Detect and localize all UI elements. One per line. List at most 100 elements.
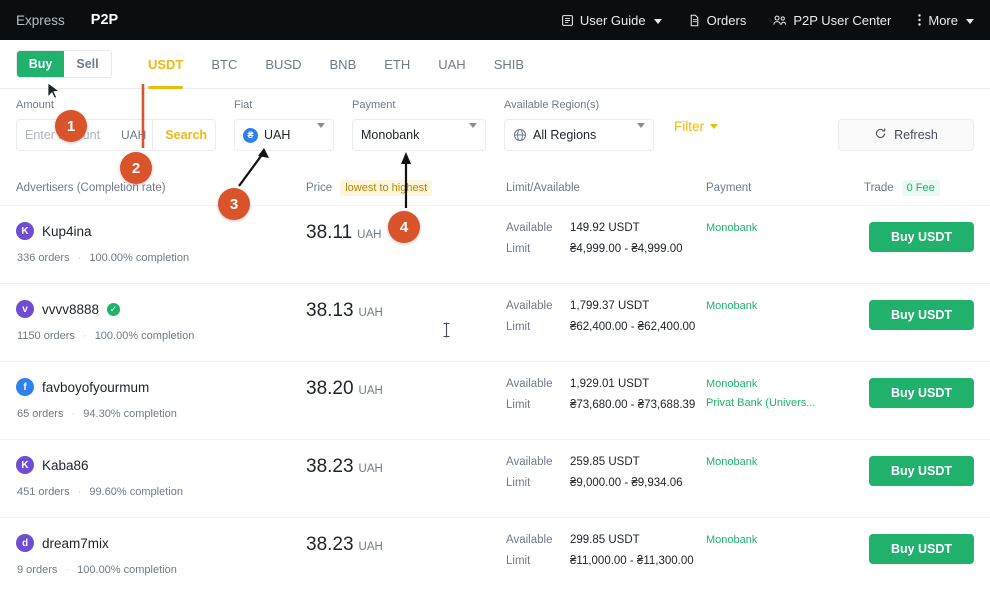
chevron-down-icon — [637, 123, 645, 142]
search-button[interactable]: Search — [152, 120, 215, 150]
coin-tab-shib[interactable]: SHIB — [480, 40, 538, 89]
advertiser-name[interactable]: favboyofyourmum — [42, 380, 149, 395]
advertiser-header: f favboyofyourmum — [16, 378, 306, 396]
trade-cell: Buy USDT — [864, 456, 974, 486]
price-value: 38.23 — [306, 456, 354, 477]
buy-usdt-button[interactable]: Buy USDT — [869, 300, 974, 330]
price-sort-badge[interactable]: lowest to highest — [340, 180, 433, 196]
available-line: Available 299.85 USDT — [506, 534, 706, 546]
buy-usdt-button[interactable]: Buy USDT — [869, 456, 974, 486]
header-price-group: Price lowest to highest — [306, 180, 506, 196]
limit-cell: Available 1,799.37 USDT Limit ₴62,400.00… — [506, 300, 706, 342]
limit-value: ₴62,400.00 - ₴62,400.00 — [570, 321, 696, 333]
price-value: 38.23 — [306, 534, 354, 555]
coin-tab-busd[interactable]: BUSD — [251, 40, 315, 89]
trade-cell: Buy USDT — [864, 300, 974, 330]
nav-link-p2p-user-center[interactable]: P2P User Center — [772, 13, 891, 28]
advertiser-name[interactable]: Kaba86 — [42, 458, 89, 473]
annotation-badge-4: 4 — [388, 211, 420, 243]
order-count: 65 orders — [17, 408, 64, 420]
buy-usdt-button[interactable]: Buy USDT — [869, 222, 974, 252]
avatar: K — [16, 222, 34, 240]
payment-select[interactable]: Monobank — [352, 119, 486, 151]
advertiser-name[interactable]: dream7mix — [42, 536, 109, 551]
advertiser-header: K Kup4ina — [16, 222, 306, 240]
available-label: Available — [506, 222, 553, 234]
payment-method-tag: Monobank — [706, 300, 758, 312]
available-label: Available — [506, 300, 553, 312]
price-cell: 38.13 UAH — [306, 300, 506, 322]
limit-label: Limit — [506, 555, 531, 567]
completion-rate: 94.30% completion — [83, 408, 177, 420]
buy-tab[interactable]: Buy — [17, 51, 64, 77]
payment-label: Payment — [352, 99, 396, 111]
order-count: 1150 orders — [17, 330, 75, 342]
payment-method-tag: Monobank — [706, 222, 758, 234]
nav-link-orders[interactable]: Orders — [688, 12, 747, 28]
trade-cell: Buy USDT — [864, 378, 974, 408]
nav-label-orders: Orders — [706, 12, 747, 28]
advertiser-cell: K Kaba86 451 orders · 99.60% completion — [16, 456, 306, 498]
available-value: 149.92 USDT — [570, 222, 640, 234]
nav-link-p2p[interactable]: P2P — [91, 12, 118, 28]
limit-line: Limit ₴11,000.00 - ₴11,300.00 — [506, 555, 706, 567]
sell-tab[interactable]: Sell — [64, 51, 111, 77]
amount-currency-label: UAH — [121, 128, 147, 142]
coin-tab-btc[interactable]: BTC — [197, 40, 251, 89]
limit-line: Limit ₴9,000.00 - ₴9,934.06 — [506, 477, 706, 489]
payment-cell: Monobank — [706, 300, 864, 312]
coin-tab-usdt[interactable]: USDT — [134, 40, 197, 89]
nav-link-more[interactable]: More — [917, 13, 974, 28]
refresh-button[interactable]: Refresh — [838, 119, 974, 151]
order-count: 336 orders — [17, 252, 70, 264]
coin-tab-eth[interactable]: ETH — [370, 40, 424, 89]
table-row: v vvvv8888 ✓ 1150 orders · 100.00% compl… — [0, 283, 990, 361]
coin-tab-bnb[interactable]: BNB — [316, 40, 371, 89]
available-line: Available 1,929.01 USDT — [506, 378, 706, 390]
limit-label: Limit — [506, 243, 531, 255]
file-icon — [688, 14, 701, 27]
top-nav-right: User Guide Orders P2P User Center More — [561, 13, 974, 28]
available-line: Available 149.92 USDT — [506, 222, 706, 234]
available-label: Available — [506, 378, 553, 390]
advertiser-stats: 1150 orders · 100.00% completion — [17, 330, 306, 342]
payment-cell: Monobank — [706, 222, 864, 234]
coin-tab-uah[interactable]: UAH — [424, 40, 479, 89]
header-advertisers: Advertisers (Completion rate) — [16, 182, 166, 194]
advertiser-header: v vvvv8888 ✓ — [16, 300, 306, 318]
limit-cell: Available 1,929.01 USDT Limit ₴73,680.00… — [506, 378, 706, 420]
filter-label: Filter — [674, 119, 704, 134]
nav-link-user-guide[interactable]: User Guide — [561, 13, 662, 28]
advertiser-stats: 336 orders · 100.00% completion — [17, 252, 306, 264]
advertiser-header: d dream7mix — [16, 534, 306, 552]
advertiser-name[interactable]: vvvv8888 — [42, 302, 99, 317]
chevron-down-icon — [966, 18, 974, 24]
payment-cell: Monobank — [706, 456, 864, 468]
limit-label: Limit — [506, 477, 531, 489]
header-limit-available: Limit/Available — [506, 182, 580, 194]
limit-line: Limit ₴62,400.00 - ₴62,400.00 — [506, 321, 706, 333]
people-icon — [772, 14, 787, 27]
top-nav-left: Express P2P — [16, 12, 118, 28]
filter-button[interactable]: Filter — [674, 119, 718, 134]
book-icon — [561, 14, 574, 27]
region-select[interactable]: All Regions — [504, 119, 654, 151]
advertiser-name[interactable]: Kup4ina — [42, 224, 92, 239]
annotation-badge-1: 1 — [55, 110, 87, 142]
side-and-coin-tabs: Buy Sell USDT BTC BUSD BNB ETH UAH SHIB — [0, 40, 990, 89]
separator-dot: · — [71, 408, 76, 420]
limit-cell: Available 259.85 USDT Limit ₴9,000.00 - … — [506, 456, 706, 498]
table-row: K Kup4ina 336 orders · 100.00% completio… — [0, 205, 990, 283]
verified-badge-icon: ✓ — [107, 302, 121, 316]
payment-filter-group: Payment Monobank — [352, 99, 486, 151]
price-currency: UAH — [358, 541, 383, 553]
region-label: Available Region(s) — [504, 99, 600, 111]
trade-cell: Buy USDT — [864, 534, 974, 564]
buy-usdt-button[interactable]: Buy USDT — [869, 534, 974, 564]
payment-method-tag: Privat Bank (Univers... — [706, 397, 816, 409]
nav-link-express[interactable]: Express — [16, 13, 65, 28]
chevron-down-icon — [469, 123, 477, 142]
buy-usdt-button[interactable]: Buy USDT — [869, 378, 974, 408]
price-currency: UAH — [358, 463, 383, 475]
fiat-select[interactable]: ₴ UAH — [234, 119, 334, 151]
